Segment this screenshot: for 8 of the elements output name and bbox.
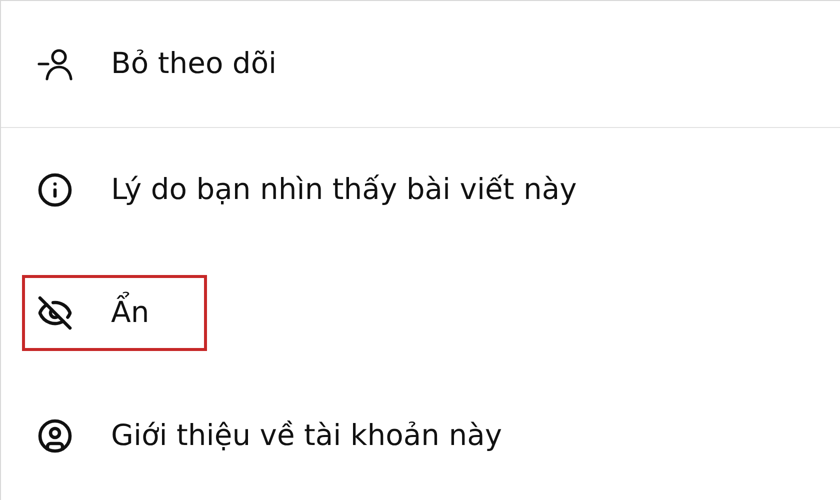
eye-off-icon bbox=[37, 294, 73, 330]
user-circle-icon bbox=[37, 418, 73, 454]
menu-item[interactable]: Giới thiệu về tài khoản này bbox=[22, 398, 560, 474]
unfollow-person-icon bbox=[37, 46, 73, 82]
menu-item[interactable]: Bỏ theo dõi bbox=[22, 26, 335, 102]
info-icon bbox=[37, 172, 73, 208]
menu-item[interactable]: Ẩn bbox=[22, 274, 208, 350]
menu-item[interactable]: Lý do bạn nhìn thấy bài viết này bbox=[22, 152, 635, 228]
